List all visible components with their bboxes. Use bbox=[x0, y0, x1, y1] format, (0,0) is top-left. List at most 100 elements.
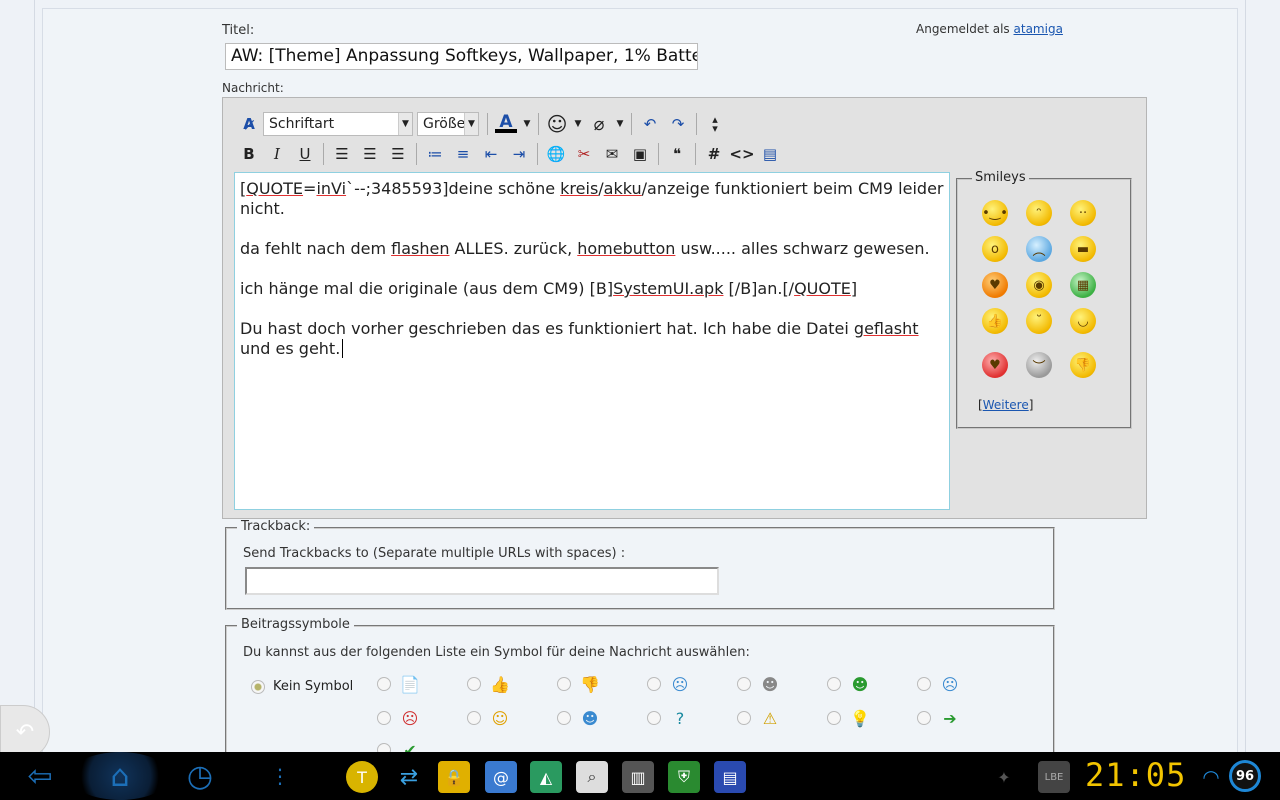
lock-icon[interactable]: 🔒 bbox=[438, 761, 470, 793]
quote-icon[interactable]: ❝ bbox=[663, 141, 691, 167]
smiley-eyes-icon[interactable]: ◉ bbox=[1026, 272, 1052, 298]
radio-icon[interactable] bbox=[827, 677, 841, 691]
radio-icon[interactable] bbox=[467, 677, 481, 691]
indent-icon[interactable]: ⇥ bbox=[505, 141, 533, 167]
message-textarea[interactable]: [QUOTE=inVi`--;3485593]deine schöne krei… bbox=[234, 172, 950, 510]
smiley-grin-icon[interactable]: ▦ bbox=[1070, 272, 1096, 298]
radio-icon[interactable] bbox=[737, 711, 751, 725]
insert-email-icon[interactable]: ✉ bbox=[598, 141, 626, 167]
radio-icon[interactable] bbox=[917, 677, 931, 691]
radio-icon[interactable] bbox=[827, 711, 841, 725]
lightbulb-icon: 💡 bbox=[850, 708, 870, 728]
more-smileys-link[interactable]: Weitere bbox=[983, 398, 1029, 412]
radio-icon[interactable] bbox=[377, 677, 391, 691]
post-icon-option[interactable]: ☹ bbox=[647, 673, 691, 695]
font-select[interactable]: Schriftart ▼ bbox=[263, 112, 413, 136]
post-icon-none[interactable]: Kein Symbol bbox=[251, 679, 353, 694]
smiley-sad-icon[interactable]: ︵ bbox=[1026, 236, 1052, 262]
smiley-grey-icon[interactable]: ︶ bbox=[1026, 352, 1052, 378]
insert-image-icon[interactable]: ▣ bbox=[626, 141, 654, 167]
email-icon[interactable]: @ bbox=[485, 761, 517, 793]
post-icon-option[interactable]: ☻ bbox=[827, 673, 871, 695]
title-input[interactable]: AW: [Theme] Anpassung Softkeys, Wallpape… bbox=[225, 43, 698, 70]
post-icon-option[interactable]: ☺ bbox=[467, 707, 511, 729]
undo-icon[interactable]: ↶ bbox=[636, 111, 664, 137]
android-security-icon[interactable]: ⛨ bbox=[668, 761, 700, 793]
smiley-happy-icon[interactable]: ◡ bbox=[1070, 308, 1096, 334]
post-icon-option[interactable]: ☹ bbox=[377, 707, 421, 729]
chevron-down-icon[interactable]: ▼ bbox=[520, 111, 534, 137]
smiley-love-icon[interactable]: ♥ bbox=[982, 272, 1008, 298]
username-link[interactable]: atamiga bbox=[1014, 22, 1063, 36]
smiley-icon[interactable]: •‿• bbox=[982, 200, 1008, 226]
radio-icon[interactable] bbox=[467, 711, 481, 725]
chart-icon[interactable]: ▥ bbox=[622, 761, 654, 793]
underline-icon[interactable]: U bbox=[291, 141, 319, 167]
radio-icon[interactable] bbox=[647, 711, 661, 725]
post-icon-option[interactable]: 📄 bbox=[377, 673, 421, 695]
smiley-tongue-icon[interactable]: ᵔ bbox=[1026, 200, 1052, 226]
php-code-icon[interactable]: ▤ bbox=[756, 141, 784, 167]
smiley-thumbdown-icon[interactable]: 👎 bbox=[1070, 352, 1096, 378]
search-icon[interactable]: ⌕ bbox=[576, 761, 608, 793]
code-icon[interactable]: <> bbox=[728, 141, 756, 167]
post-icon-option[interactable]: ➔ bbox=[917, 707, 961, 729]
notification-icon[interactable]: ✦ bbox=[988, 761, 1020, 793]
radio-icon[interactable] bbox=[377, 711, 391, 725]
ordered-list-icon[interactable]: ≔ bbox=[421, 141, 449, 167]
post-icon-option[interactable]: ? bbox=[647, 707, 691, 729]
attachment-icon[interactable]: ⌀ bbox=[585, 111, 613, 137]
post-icon-option[interactable]: 👍 bbox=[467, 673, 511, 695]
smiley-icon[interactable]: ☺ bbox=[543, 111, 571, 137]
post-icon-option[interactable]: 👎 bbox=[557, 673, 601, 695]
post-icon-option[interactable]: ⚠ bbox=[737, 707, 781, 729]
resize-icon[interactable]: ▴ ▾ bbox=[701, 111, 729, 137]
radio-icon[interactable] bbox=[557, 677, 571, 691]
redo-icon[interactable]: ↷ bbox=[664, 111, 692, 137]
text-color-icon[interactable]: A bbox=[492, 111, 520, 137]
radio-icon[interactable] bbox=[917, 711, 931, 725]
radio-icon[interactable] bbox=[737, 677, 751, 691]
chevron-down-icon: ▼ bbox=[398, 113, 412, 135]
menu-icon[interactable]: ⋮ bbox=[268, 752, 292, 800]
smiley-wink-icon[interactable]: ˘ bbox=[1026, 308, 1052, 334]
italic-icon[interactable]: I bbox=[263, 141, 291, 167]
post-icon-option[interactable]: ☻ bbox=[557, 707, 601, 729]
radio-icon[interactable] bbox=[557, 711, 571, 725]
radio-none[interactable] bbox=[251, 679, 265, 694]
unordered-list-icon[interactable]: ≡ bbox=[449, 141, 477, 167]
warning-icon: ⚠ bbox=[762, 708, 778, 728]
back-icon[interactable]: ⇦ bbox=[10, 752, 70, 800]
smiley-cool-thumb-icon[interactable]: ▬ bbox=[1070, 236, 1096, 262]
save-icon[interactable]: ▤ bbox=[714, 761, 746, 793]
hash-icon[interactable]: # bbox=[700, 141, 728, 167]
lbe-icon[interactable]: LBE bbox=[1038, 761, 1070, 793]
post-icon-option[interactable]: ☹ bbox=[917, 673, 961, 695]
align-right-icon[interactable]: ☰ bbox=[384, 141, 412, 167]
align-left-icon[interactable]: ☰ bbox=[328, 141, 356, 167]
recent-apps-icon[interactable]: ◷ bbox=[170, 752, 230, 800]
chevron-down-icon[interactable]: ▼ bbox=[613, 111, 627, 137]
home-icon[interactable]: ⌂ bbox=[70, 752, 170, 800]
post-icon-option[interactable]: 💡 bbox=[827, 707, 871, 729]
post-icon-option[interactable]: ☻ bbox=[737, 673, 781, 695]
remove-link-icon[interactable]: ✂ bbox=[570, 141, 598, 167]
remove-format-icon[interactable]: A̷ bbox=[235, 111, 263, 137]
align-center-icon[interactable]: ☰ bbox=[356, 141, 384, 167]
chevron-down-icon[interactable]: ▼ bbox=[571, 111, 585, 137]
size-select[interactable]: Größe ▼ bbox=[417, 112, 479, 136]
outdent-icon[interactable]: ⇤ bbox=[477, 141, 505, 167]
radio-icon[interactable] bbox=[647, 677, 661, 691]
post-icons-fieldset: Beitragssymbole Du kannst aus der folgen… bbox=[225, 617, 1055, 765]
trackback-input[interactable] bbox=[245, 567, 719, 595]
smiley-neutral-icon[interactable]: ·· bbox=[1070, 200, 1096, 226]
sync-icon[interactable]: ⇄ bbox=[393, 761, 425, 793]
bold-icon[interactable]: B bbox=[235, 141, 263, 167]
dolphin-icon[interactable]: ◭ bbox=[530, 761, 562, 793]
tapatalk-icon[interactable]: T bbox=[346, 761, 378, 793]
smiley-surprised-icon[interactable]: o bbox=[982, 236, 1008, 262]
smiley-kiss-icon[interactable]: ♥ bbox=[982, 352, 1008, 378]
insert-link-icon[interactable]: 🌐 bbox=[542, 141, 570, 167]
toolbar-separator bbox=[416, 143, 417, 165]
smiley-thumbs-icon[interactable]: 👍 bbox=[982, 308, 1008, 334]
